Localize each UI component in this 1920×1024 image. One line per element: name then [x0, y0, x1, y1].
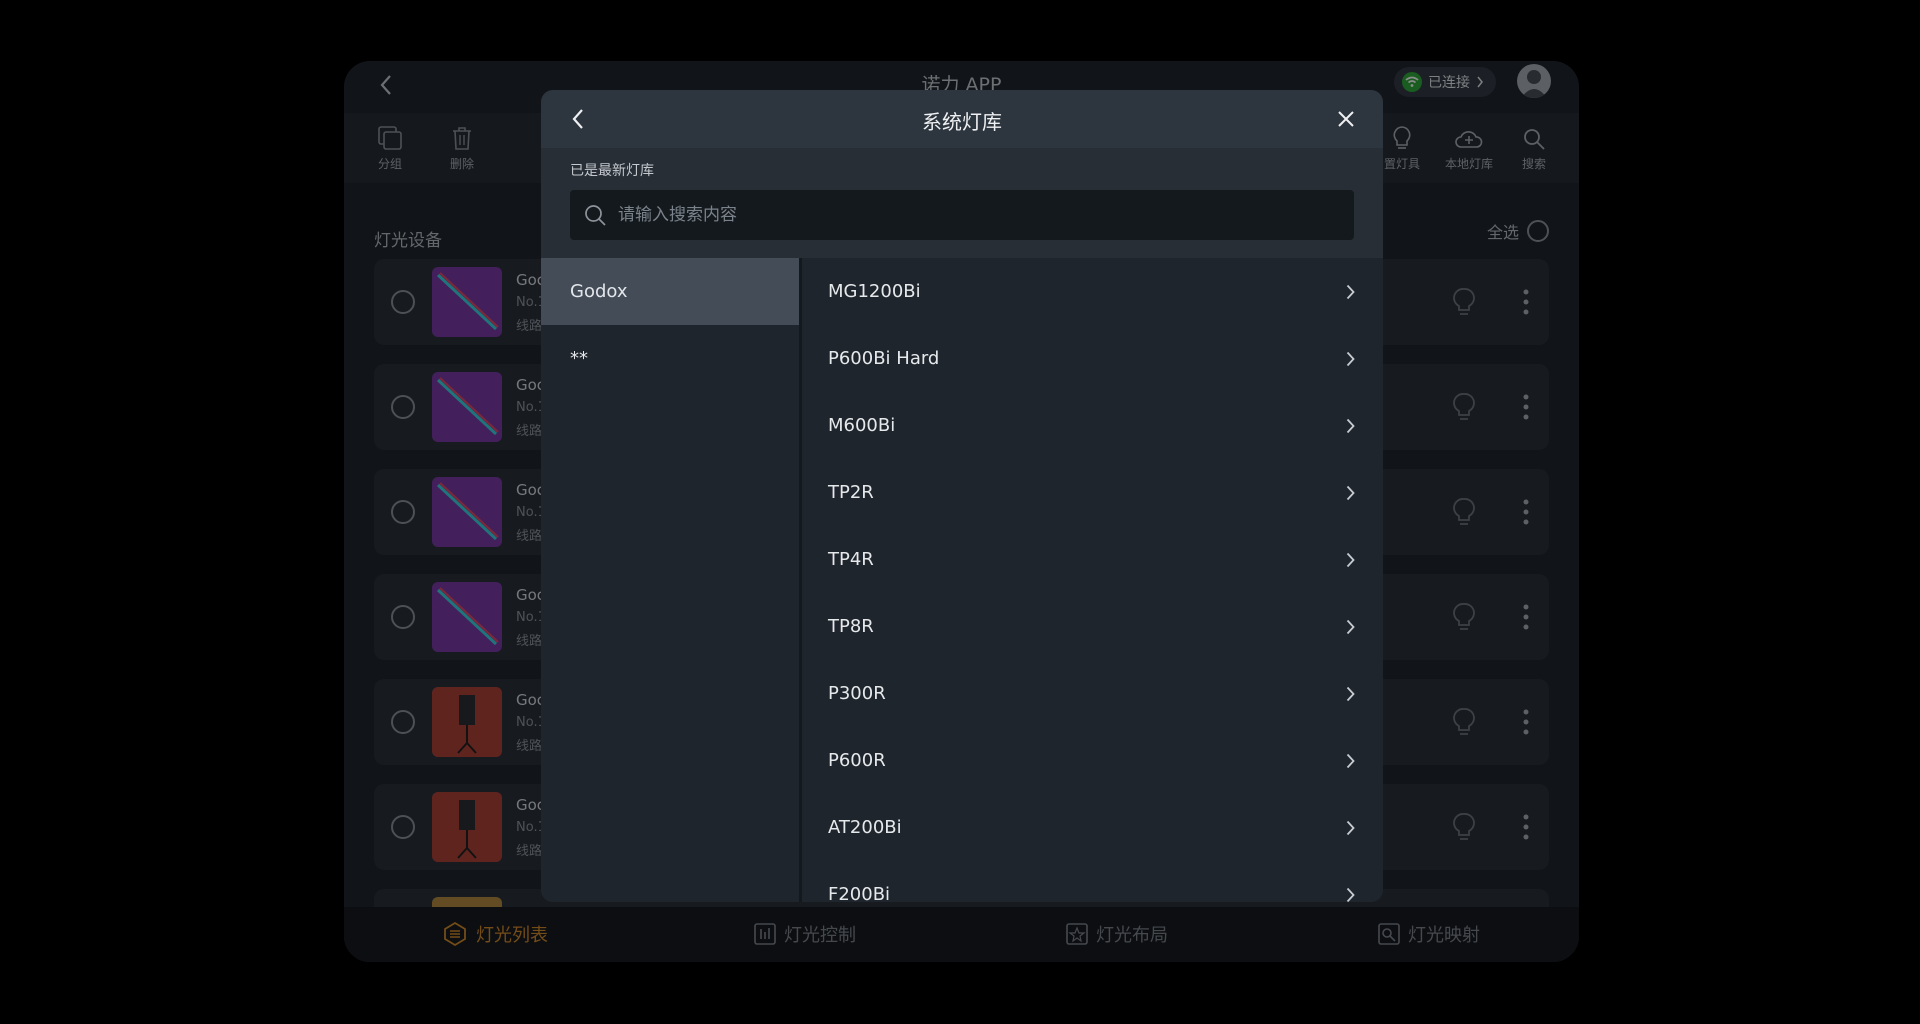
model-list: MG1200Bi P600Bi Hard M600Bi TP2R TP4R TP… [802, 258, 1383, 902]
model-item[interactable]: MG1200Bi [802, 258, 1383, 325]
model-item-label: P300R [828, 683, 886, 704]
close-icon [1338, 111, 1354, 127]
system-library-modal: 系统灯库 已是最新灯库 Godox ** MG1200Bi P600Bi Har… [541, 90, 1383, 902]
modal-title: 系统灯库 [922, 110, 1002, 134]
modal-search-area: 已是最新灯库 [541, 148, 1383, 258]
model-item[interactable]: TP4R [802, 526, 1383, 593]
model-item[interactable]: F200Bi [802, 861, 1383, 902]
model-item-label: P600R [828, 750, 886, 771]
model-item[interactable]: M600Bi [802, 392, 1383, 459]
model-item-label: TP2R [828, 482, 874, 503]
chevron-right-icon [1346, 887, 1355, 902]
brand-list: Godox ** [541, 258, 802, 902]
brand-item-godox[interactable]: Godox [541, 258, 799, 325]
brand-item-other[interactable]: ** [541, 325, 799, 392]
model-item-label: TP4R [828, 549, 874, 570]
model-item[interactable]: AT200Bi [802, 794, 1383, 861]
chevron-right-icon [1346, 686, 1355, 701]
chevron-right-icon [1346, 552, 1355, 567]
chevron-right-icon [1346, 418, 1355, 433]
model-item[interactable]: P600Bi Hard [802, 325, 1383, 392]
chevron-right-icon [1346, 820, 1355, 835]
model-item-label: M600Bi [828, 415, 896, 436]
library-status-text: 已是最新灯库 [570, 163, 654, 179]
model-item-label: TP8R [828, 616, 874, 637]
chevron-right-icon [1346, 284, 1355, 299]
search-box[interactable] [570, 190, 1354, 240]
chevron-right-icon [1346, 351, 1355, 366]
modal-close-button[interactable] [1331, 104, 1361, 134]
model-item[interactable]: TP2R [802, 459, 1383, 526]
modal-header: 系统灯库 [541, 90, 1383, 148]
model-item[interactable]: P600R [802, 727, 1383, 794]
model-item-label: P600Bi Hard [828, 348, 940, 369]
chevron-right-icon [1346, 619, 1355, 634]
model-item-label: AT200Bi [828, 817, 902, 838]
model-item[interactable]: TP8R [802, 593, 1383, 660]
chevron-right-icon [1346, 753, 1355, 768]
search-icon [585, 205, 606, 226]
chevron-right-icon [1346, 485, 1355, 500]
search-input[interactable] [616, 204, 1354, 226]
model-item-label: F200Bi [828, 884, 891, 902]
model-item-label: MG1200Bi [828, 281, 921, 302]
model-item[interactable]: P300R [802, 660, 1383, 727]
